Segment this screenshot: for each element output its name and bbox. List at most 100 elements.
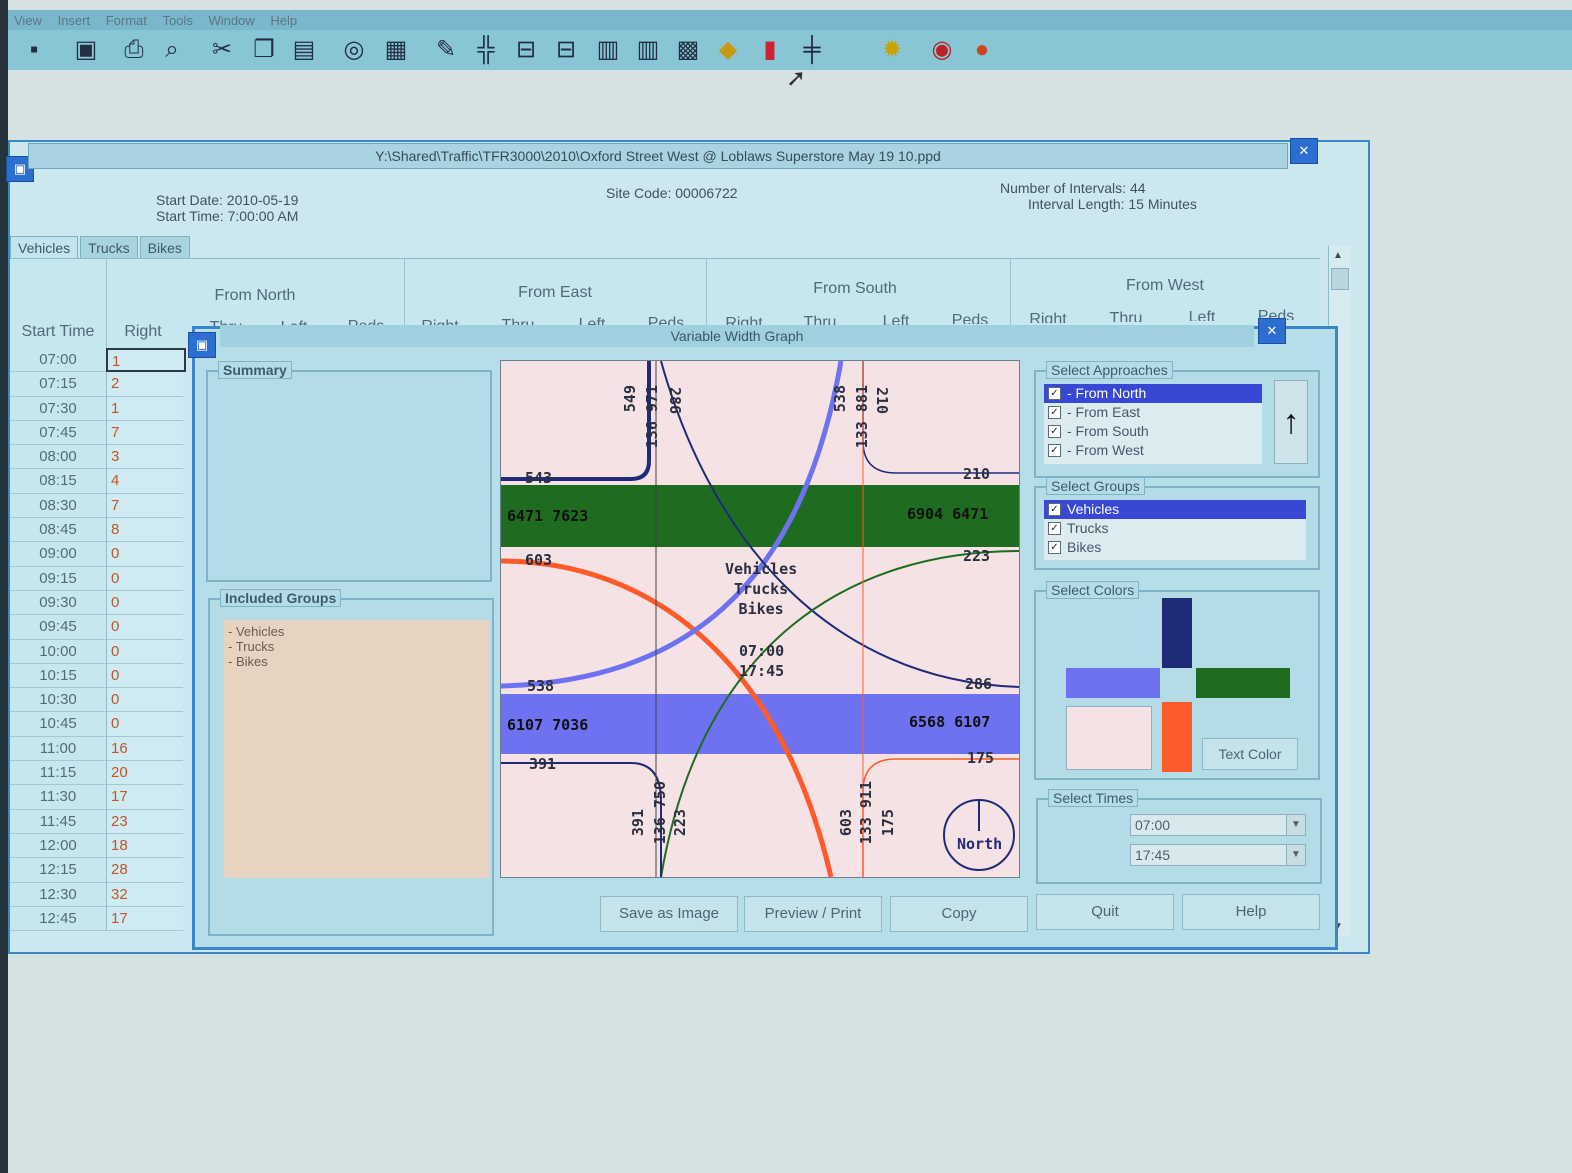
row-right-value[interactable]: 18 bbox=[106, 833, 183, 859]
print-preview-icon[interactable]: ⌕ bbox=[158, 36, 186, 64]
road-sign-icon[interactable]: ◆ bbox=[714, 36, 742, 64]
edit-icon[interactable]: ✎ bbox=[432, 36, 460, 64]
menu-window[interactable]: Window bbox=[209, 10, 255, 32]
row-right-value[interactable]: 0 bbox=[106, 542, 183, 567]
scroll-up-icon[interactable]: ▲ bbox=[1333, 250, 1343, 261]
map-icon[interactable]: ▩ bbox=[674, 36, 702, 64]
bar-chart-icon[interactable]: ▥ bbox=[594, 36, 622, 64]
tab-vehicles[interactable]: Vehicles bbox=[10, 236, 79, 260]
south-color-swatch[interactable] bbox=[1162, 702, 1192, 772]
group-trucks[interactable]: ✓ Trucks bbox=[1044, 519, 1306, 538]
row-right-value[interactable]: 1 bbox=[106, 396, 183, 421]
preview-print-button[interactable]: Preview / Print bbox=[744, 896, 882, 932]
approach-west-checkbox[interactable]: ✓ bbox=[1048, 444, 1061, 457]
menu-format[interactable]: Format bbox=[106, 10, 147, 32]
table-row: 10:00 0 bbox=[10, 639, 198, 664]
row-right-value[interactable]: 0 bbox=[106, 712, 183, 737]
background-color-swatch[interactable] bbox=[1066, 706, 1152, 770]
menu-insert[interactable]: Insert bbox=[58, 10, 91, 32]
approach-east[interactable]: ✓ - From East bbox=[1044, 403, 1262, 422]
menu-view[interactable]: View bbox=[14, 10, 42, 32]
approach-east-checkbox[interactable]: ✓ bbox=[1048, 406, 1061, 419]
gear-icon[interactable]: ✹ bbox=[878, 36, 906, 64]
align-right-icon[interactable]: ⊟ bbox=[552, 36, 580, 64]
row-right-value[interactable]: 0 bbox=[106, 566, 183, 591]
row-right-value[interactable]: 0 bbox=[106, 639, 183, 664]
globe-icon[interactable]: ◉ bbox=[928, 36, 956, 64]
header-west-right: Right bbox=[1029, 311, 1067, 323]
save-as-image-button[interactable]: Save as Image bbox=[600, 896, 738, 932]
table-row: 07:15 2 bbox=[10, 372, 198, 397]
print-icon[interactable]: ⎙ bbox=[120, 36, 148, 64]
group-vehicles-checkbox[interactable]: ✓ bbox=[1048, 503, 1061, 516]
lane-icon[interactable]: ╪ bbox=[798, 36, 826, 64]
dialog-close-button[interactable]: ✕ bbox=[1258, 318, 1286, 344]
approach-south[interactable]: ✓ - From South bbox=[1044, 422, 1262, 441]
group-vehicles[interactable]: ✓ Vehicles bbox=[1044, 500, 1306, 519]
cut-icon[interactable]: ✂ bbox=[208, 36, 236, 64]
direction-arrow-button[interactable]: ↑ bbox=[1274, 380, 1308, 464]
copy-button[interactable]: Copy bbox=[890, 896, 1028, 932]
dialog-system-icon[interactable]: ▣ bbox=[188, 332, 216, 358]
row-right-value[interactable]: 17 bbox=[106, 785, 183, 810]
approach-south-checkbox[interactable]: ✓ bbox=[1048, 425, 1061, 438]
save-icon[interactable]: ▪ bbox=[20, 36, 48, 64]
row-right-value[interactable]: 0 bbox=[106, 590, 183, 616]
row-right-value[interactable]: 8 bbox=[106, 518, 183, 543]
row-right-value[interactable]: 1 bbox=[106, 348, 186, 373]
menu-help[interactable]: Help bbox=[270, 10, 297, 32]
scroll-thumb[interactable] bbox=[1331, 268, 1349, 290]
calculator-icon[interactable]: ▦ bbox=[382, 36, 410, 64]
text-color-button[interactable]: Text Color bbox=[1202, 738, 1298, 770]
tab-trucks[interactable]: Trucks bbox=[80, 236, 138, 260]
end-time-select[interactable]: 17:45 ▼ bbox=[1130, 844, 1306, 866]
menu-tools[interactable]: Tools bbox=[163, 10, 193, 32]
row-right-value[interactable]: 20 bbox=[106, 761, 183, 786]
groups-list: ✓ Vehicles ✓ Trucks ✓ Bikes bbox=[1044, 500, 1306, 560]
find-icon[interactable]: ◎ bbox=[340, 36, 368, 64]
approach-north[interactable]: ✓ - From North bbox=[1044, 384, 1262, 403]
group-bikes[interactable]: ✓ Bikes bbox=[1044, 538, 1306, 557]
row-right-value[interactable]: 0 bbox=[106, 688, 183, 713]
group-trucks-checkbox[interactable]: ✓ bbox=[1048, 522, 1061, 535]
align-left-icon[interactable]: ⊟ bbox=[512, 36, 540, 64]
graph-label-286: 286 bbox=[965, 675, 993, 693]
monitor-icon[interactable]: ▣ bbox=[72, 36, 100, 64]
row-right-value[interactable]: 4 bbox=[106, 469, 183, 494]
row-right-value[interactable]: 0 bbox=[106, 615, 183, 640]
copy-icon[interactable]: ❐ bbox=[250, 36, 278, 64]
group-bikes-checkbox[interactable]: ✓ bbox=[1048, 541, 1061, 554]
histogram-icon[interactable]: ▮ bbox=[756, 36, 784, 64]
row-right-value[interactable]: 28 bbox=[106, 858, 183, 883]
color-icon[interactable]: ● bbox=[968, 36, 996, 64]
intersection-icon[interactable]: ╬ bbox=[472, 36, 500, 64]
approach-north-checkbox[interactable]: ✓ bbox=[1048, 387, 1061, 400]
start-time-dropdown-icon[interactable]: ▼ bbox=[1286, 815, 1305, 835]
row-right-value[interactable]: 17 bbox=[106, 906, 183, 932]
row-right-value[interactable]: 3 bbox=[106, 445, 183, 470]
row-right-value[interactable]: 7 bbox=[106, 493, 183, 519]
row-right-value[interactable]: 32 bbox=[106, 882, 183, 907]
row-right-value[interactable]: 16 bbox=[106, 736, 183, 762]
row-start-time: 12:00 bbox=[10, 833, 106, 859]
row-right-value[interactable]: 2 bbox=[106, 372, 183, 397]
document-close-button[interactable]: ✕ bbox=[1290, 138, 1318, 164]
table-row: 09:15 0 bbox=[10, 566, 198, 591]
bar-chart-2-icon[interactable]: ▥ bbox=[634, 36, 662, 64]
paste-icon[interactable]: ▤ bbox=[290, 36, 318, 64]
start-time-select[interactable]: 07:00 ▼ bbox=[1130, 814, 1306, 836]
end-time-dropdown-icon[interactable]: ▼ bbox=[1286, 845, 1305, 865]
row-right-value[interactable]: 0 bbox=[106, 663, 183, 689]
help-button[interactable]: Help bbox=[1182, 894, 1320, 930]
graph-center-times: 07:00 17:45 bbox=[739, 641, 784, 681]
tab-bikes[interactable]: Bikes bbox=[139, 236, 190, 260]
row-right-value[interactable]: 23 bbox=[106, 809, 183, 834]
approach-west[interactable]: ✓ - From West bbox=[1044, 441, 1262, 460]
west-color-swatch[interactable] bbox=[1066, 668, 1160, 698]
row-right-value[interactable]: 7 bbox=[106, 420, 183, 446]
table-row: 11:00 16 bbox=[10, 736, 198, 762]
east-color-swatch[interactable] bbox=[1196, 668, 1290, 698]
quit-button[interactable]: Quit bbox=[1036, 894, 1174, 930]
table-row: 10:15 0 bbox=[10, 663, 198, 689]
north-color-swatch[interactable] bbox=[1162, 598, 1192, 668]
